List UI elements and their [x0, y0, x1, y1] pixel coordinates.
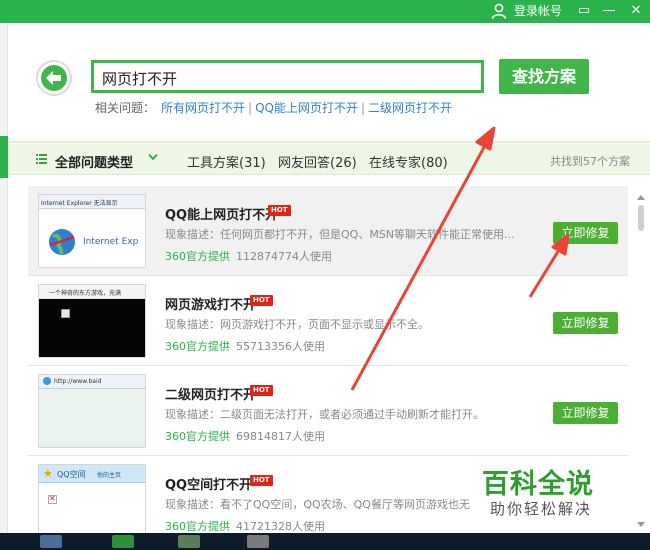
- result-title[interactable]: 网页游戏打不开: [165, 294, 256, 313]
- fix-now-button[interactable]: 立即修复: [553, 402, 618, 424]
- result-description: 现象描述：看不了QQ空间，QQ农场、QQ餐厅等网页游戏也无: [165, 498, 470, 511]
- tab-all-types[interactable]: 全部问题类型: [55, 152, 133, 171]
- title-bar: 登录帐号 ▭ — ✕: [0, 0, 650, 23]
- chevron-down-icon[interactable]: [148, 153, 158, 161]
- taskbar-app-icon[interactable]: [40, 535, 62, 548]
- left-edge-strip: [0, 23, 8, 533]
- related-label: 相关问题：: [95, 101, 156, 115]
- provider-label: 360官方提供: [165, 250, 230, 263]
- result-description: 现象描述：二级页面无法打开，或者必须通过手动刷新才能打开。: [165, 408, 484, 421]
- provider-label: 360官方提供: [165, 520, 230, 533]
- list-item[interactable]: 一个神奇的东方游戏，充满 网页游戏打不开 HOT 现象描述：网页游戏打不开，页面…: [28, 276, 628, 366]
- tab-tool-solutions[interactable]: 工具方案(31): [187, 152, 266, 171]
- related-link-all-pages[interactable]: 所有网页打不开: [161, 101, 245, 115]
- thumbnail-qzone: ★ QQ空间 他的主页 ✕: [38, 464, 146, 533]
- search-input[interactable]: 网页打不开: [91, 60, 484, 93]
- thumbnail-ie-error: Internet Explorer 无法显示 Internet Exp: [38, 194, 146, 268]
- thumbnail-caption-2: 他的主页: [97, 472, 122, 479]
- result-count: 共找到57个方案: [550, 155, 630, 168]
- thumbnail-caption: QQ空间: [57, 470, 86, 479]
- back-button[interactable]: [36, 60, 72, 96]
- related-questions: 相关问题： 所有网页打不开 | QQ能上网页打不开 | 二级网页打不开: [95, 99, 452, 116]
- result-title[interactable]: QQ能上网页打不开: [165, 204, 278, 223]
- close-icon[interactable]: ✕: [627, 2, 645, 20]
- category-tab-bar: 全部问题类型 工具方案(31) 网友回答(26) 在线专家(80) 共找到57个…: [8, 141, 650, 175]
- hot-badge: HOT: [250, 475, 273, 486]
- result-description: 现象描述：网页游戏打不开，页面不显示或显示不全。: [165, 318, 429, 331]
- user-icon[interactable]: [491, 3, 507, 19]
- hot-badge: HOT: [250, 295, 273, 306]
- provider-label: 360官方提供: [165, 430, 230, 443]
- result-title[interactable]: QQ空间打不开: [165, 474, 252, 493]
- back-arrow-icon: [41, 65, 67, 91]
- search-input-value: 网页打不开: [102, 70, 178, 88]
- result-title[interactable]: 二级网页打不开: [165, 384, 256, 403]
- left-edge-marker: [0, 136, 8, 178]
- thumbnail-secondary-page: http://www.baid: [38, 374, 146, 448]
- thumbnail-caption: http://www.baid: [54, 378, 102, 385]
- tab-user-answers[interactable]: 网友回答(26): [278, 152, 357, 171]
- fix-now-button[interactable]: 立即修复: [553, 222, 618, 244]
- taskbar-app-icon[interactable]: [247, 535, 269, 548]
- separator: |: [360, 101, 366, 115]
- user-count: 55713356人使用: [236, 340, 325, 353]
- taskbar: [0, 533, 650, 550]
- user-count: 112874774人使用: [236, 250, 332, 263]
- list-icon: [36, 154, 47, 164]
- scrollbar-thumb[interactable]: [638, 205, 644, 231]
- thumbnail-caption: 一个神奇的东方游戏，充满: [49, 290, 122, 297]
- related-link-secondary-pages[interactable]: 二级网页打不开: [368, 101, 452, 115]
- menu-icon[interactable]: ▭: [575, 2, 593, 20]
- star-icon: ★: [43, 467, 53, 480]
- thumbnail-web-game: 一个神奇的东方游戏，充满: [38, 284, 146, 358]
- thumbnail-title: Internet Exp: [83, 237, 139, 247]
- taskbar-app-icon[interactable]: [178, 535, 200, 548]
- separator: |: [248, 101, 253, 115]
- login-link[interactable]: 登录帐号: [514, 4, 562, 18]
- hot-badge: HOT: [250, 385, 273, 396]
- taskbar-app-icon[interactable]: [112, 535, 134, 548]
- tab-online-experts[interactable]: 在线专家(80): [369, 152, 448, 171]
- provider-label: 360官方提供: [165, 340, 230, 353]
- browser-icon: [43, 377, 51, 385]
- hot-badge: HOT: [268, 205, 291, 216]
- thumbnail-caption: Internet Explorer 无法显示: [41, 200, 118, 207]
- scroll-up-icon[interactable]: [637, 194, 645, 200]
- globe-icon: [49, 229, 75, 255]
- fix-now-button[interactable]: 立即修复: [553, 312, 618, 334]
- result-description: 现象描述：任何网页都打不开，但是QQ、MSN等聊天软件能正常使用...: [165, 228, 515, 241]
- user-count: 41721328人使用: [236, 520, 325, 533]
- list-item[interactable]: http://www.baid 二级网页打不开 HOT 现象描述：二级页面无法打…: [28, 366, 628, 456]
- scroll-down-icon[interactable]: [637, 522, 645, 528]
- minimize-icon[interactable]: —: [600, 2, 618, 20]
- find-solution-button[interactable]: 查找方案: [499, 59, 589, 94]
- user-count: 69814817人使用: [236, 430, 325, 443]
- watermark-subtitle: 助你轻松解决: [490, 500, 593, 518]
- watermark-title: 百科全说: [482, 469, 594, 500]
- related-link-qq-pages[interactable]: QQ能上网页打不开: [255, 101, 358, 115]
- broken-image-icon: ✕: [49, 494, 56, 503]
- list-item[interactable]: Internet Explorer 无法显示 Internet Exp QQ能上…: [28, 186, 628, 276]
